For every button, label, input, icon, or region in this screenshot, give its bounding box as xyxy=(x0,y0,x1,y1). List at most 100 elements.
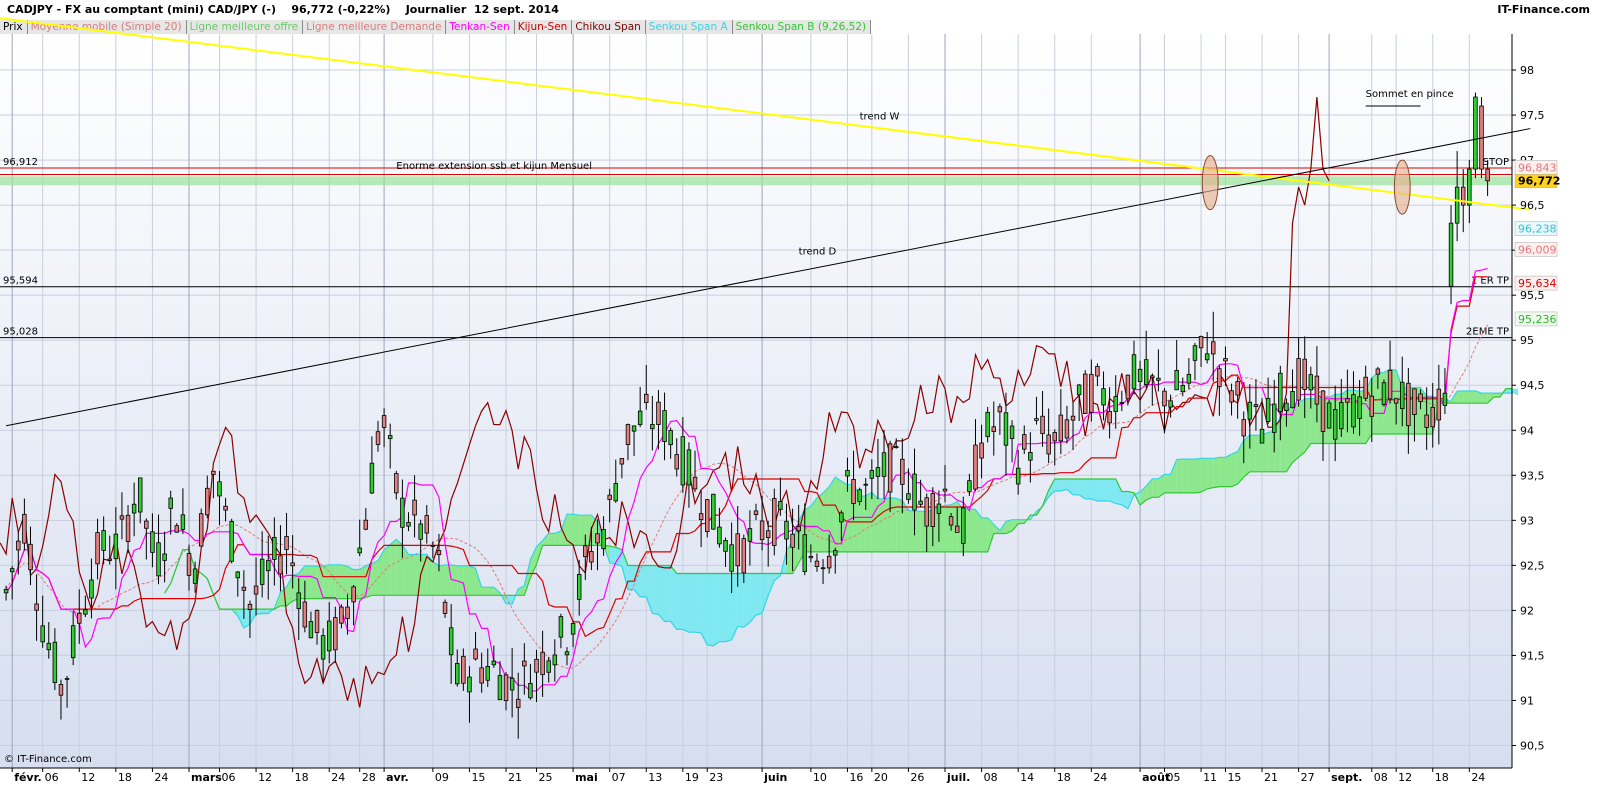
x-tick-label: 19 xyxy=(685,771,699,784)
candle-body xyxy=(1290,391,1295,409)
cloud-segment xyxy=(481,587,488,596)
candle-body xyxy=(1247,401,1253,420)
candle-body xyxy=(1217,368,1222,388)
candle xyxy=(229,518,234,564)
cloud-segment xyxy=(1201,458,1208,493)
candle-body xyxy=(564,651,570,656)
candle-body xyxy=(16,540,21,551)
candle-body xyxy=(1180,385,1186,393)
candle-body xyxy=(70,625,76,659)
price-chart[interactable]: 96,912 STOP95,594 1 ER TP95,028 2EME TPtren… xyxy=(0,0,1600,800)
candle-body xyxy=(698,513,704,521)
stop-line-left-label: 96,912 xyxy=(3,157,38,168)
candle-body xyxy=(1046,434,1051,455)
cloud-segment xyxy=(743,573,750,628)
candle-body xyxy=(107,558,112,561)
cloud-segment xyxy=(1194,458,1202,493)
candle xyxy=(1473,92,1478,179)
cloud-segment xyxy=(438,564,446,596)
cloud-segment xyxy=(1298,398,1305,458)
candle-body xyxy=(22,513,27,544)
candle xyxy=(198,508,204,547)
cloud-segment xyxy=(341,564,348,599)
sommet-annotation: Sommet en pince xyxy=(1366,89,1454,100)
x-tick-label: 16 xyxy=(849,771,863,784)
cloud-segment xyxy=(323,564,330,599)
candle-body xyxy=(247,603,253,611)
cloud-segment xyxy=(1219,457,1226,487)
trend-d-label: trend D xyxy=(799,247,837,258)
cloud-segment xyxy=(329,564,336,599)
cloud-segment xyxy=(719,573,726,642)
candle-body xyxy=(1186,373,1192,384)
candle-body xyxy=(467,676,472,693)
candle-body xyxy=(442,601,448,614)
candle-body xyxy=(930,493,936,527)
cloud-segment xyxy=(884,497,891,552)
candle-body xyxy=(137,477,143,513)
candle-body xyxy=(1302,358,1307,390)
x-tick-label: 20 xyxy=(874,771,888,784)
candle-body xyxy=(64,678,70,680)
y-tick-label: 95,5 xyxy=(1520,289,1545,302)
candle-body xyxy=(906,493,911,500)
candle-body xyxy=(1454,186,1460,224)
candle-body xyxy=(144,520,149,529)
cloud-segment xyxy=(859,495,866,552)
cloud-segment xyxy=(823,486,830,552)
candle-body xyxy=(991,426,997,432)
candle-body xyxy=(1052,432,1057,442)
cloud-segment xyxy=(432,561,439,596)
candle-body xyxy=(448,627,454,656)
y-tick-label: 91,5 xyxy=(1520,649,1545,662)
candle-body xyxy=(58,684,64,696)
y-tick-label: 91 xyxy=(1520,694,1534,707)
candle-body xyxy=(192,568,198,584)
y-tick-label: 95 xyxy=(1520,334,1534,347)
candle-body xyxy=(491,660,497,666)
y-tick-label: 97,5 xyxy=(1520,109,1545,122)
candle-body xyxy=(833,550,838,556)
candle-body xyxy=(1393,398,1399,404)
x-tick-label: 21 xyxy=(508,771,522,784)
candle-body xyxy=(583,545,588,558)
cloud-segment xyxy=(457,565,464,596)
candle-body xyxy=(546,660,551,673)
candle-body xyxy=(1125,374,1131,400)
candle-body xyxy=(979,442,984,459)
y-tick-label: 92 xyxy=(1520,604,1534,617)
candle-body xyxy=(1332,409,1338,440)
candle-body xyxy=(1162,390,1167,407)
x-tick-label: 12 xyxy=(1398,771,1412,784)
candle-body xyxy=(461,655,466,684)
cloud-segment xyxy=(548,533,555,546)
candle-body xyxy=(644,393,649,403)
candle-body xyxy=(1320,390,1326,432)
cloud-segment xyxy=(1249,435,1256,472)
candle-body xyxy=(1345,398,1350,403)
candle-body xyxy=(1229,390,1234,403)
candle-body xyxy=(631,425,637,432)
cloud-segment xyxy=(585,515,592,546)
candle-body xyxy=(369,462,375,494)
cloud-segment xyxy=(756,573,763,615)
cloud-segment xyxy=(1207,458,1214,489)
candle-body xyxy=(1168,400,1173,408)
candle-body xyxy=(314,610,320,633)
candle-body xyxy=(680,436,686,486)
candle-body xyxy=(540,651,545,676)
candle-body xyxy=(534,658,539,673)
candle-body xyxy=(162,553,167,561)
candle-body xyxy=(1089,373,1094,413)
cloud-segment xyxy=(658,565,665,622)
tp2-line-left-label: 95,028 xyxy=(3,327,38,338)
candle-body xyxy=(1076,384,1082,396)
candle-body xyxy=(954,525,960,533)
candle-body xyxy=(113,533,119,560)
candle-body xyxy=(1131,354,1137,390)
candle-body xyxy=(1211,341,1216,355)
cloud-segment xyxy=(1310,398,1317,444)
cloud-segment xyxy=(1225,454,1232,487)
candle-body xyxy=(253,585,259,595)
candle-body xyxy=(497,675,503,701)
